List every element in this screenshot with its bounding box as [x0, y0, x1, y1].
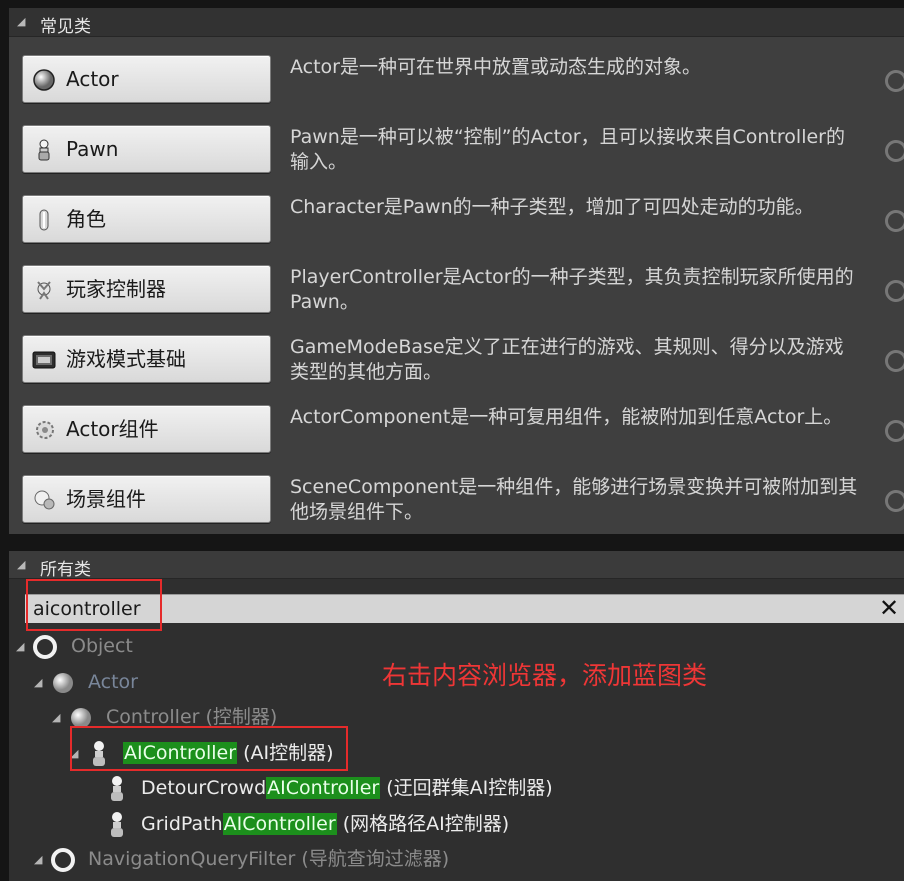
class-description: Pawn是一种可以被“控制”的Actor，且可以接收来自Controller的输… — [290, 126, 845, 173]
expand-triangle-icon[interactable]: ◢ — [34, 854, 46, 866]
object-ring-icon — [51, 848, 75, 872]
expand-triangle-icon[interactable]: ◢ — [52, 712, 64, 724]
class-button-label: 玩家控制器 — [66, 277, 166, 301]
pawn-icon — [111, 776, 123, 801]
class-button-actor-component[interactable]: Actor组件 — [22, 405, 271, 453]
class-button-character[interactable]: 角色 — [22, 195, 271, 243]
search-match-highlight: AIController — [222, 813, 337, 835]
all-classes-title: 所有类 — [40, 560, 91, 580]
class-button-label: 角色 — [66, 207, 106, 231]
class-description: SceneComponent是一种组件，能够进行场景变换并可被附加到其他场景组件… — [290, 476, 858, 523]
class-description: Character是Pawn的一种子类型，增加了可四处走动的功能。 — [290, 196, 814, 218]
character-icon — [32, 208, 56, 232]
scene-component-icon — [32, 488, 56, 512]
class-button-label: 游戏模式基础 — [66, 347, 186, 371]
actor-component-icon — [32, 418, 56, 442]
pawn-icon — [111, 812, 123, 837]
class-description: Actor是一种可在世界中放置或动态生成的对象。 — [290, 56, 701, 78]
clear-search-icon[interactable]: ✕ — [879, 596, 901, 620]
expand-triangle-icon[interactable]: ◢ — [34, 677, 46, 689]
class-button-actor[interactable]: Actor — [22, 55, 271, 103]
game-mode-icon — [32, 348, 56, 372]
partial-circle-icon — [885, 280, 904, 302]
partial-circle-icon — [885, 490, 904, 512]
common-classes-header[interactable]: ◢ 常见类 — [9, 8, 904, 37]
class-description: ActorComponent是一种可复用组件，能被附加到任意Actor上。 — [290, 406, 843, 428]
collapse-triangle-icon[interactable]: ◢ — [17, 16, 29, 28]
partial-circle-icon — [885, 70, 904, 92]
class-description: GameModeBase定义了正在进行的游戏、其规则、得分以及游戏类型的其他方面… — [290, 336, 844, 383]
player-controller-icon — [32, 278, 56, 302]
class-description: PlayerController是Actor的一种子类型，其负责控制玩家所使用的… — [290, 266, 854, 313]
aicontroller-highlight-box — [70, 726, 348, 771]
class-button-game-mode-base[interactable]: 游戏模式基础 — [22, 335, 271, 383]
class-button-player-controller[interactable]: 玩家控制器 — [22, 265, 271, 313]
object-ring-icon — [33, 635, 57, 659]
class-button-label: 场景组件 — [66, 487, 146, 511]
search-highlight-box — [26, 579, 162, 631]
tree-label-gridpath: GridPathAIController (网格路径AI控制器) — [141, 813, 510, 835]
collapse-triangle-icon[interactable]: ◢ — [17, 559, 29, 571]
partial-circle-icon — [885, 420, 904, 442]
partial-circle-icon — [885, 210, 904, 232]
class-button-scene-component[interactable]: 场景组件 — [22, 475, 271, 523]
class-button-label: Actor — [66, 67, 119, 91]
actor-sphere-icon — [32, 68, 56, 92]
partial-circle-icon — [885, 140, 904, 162]
partial-circle-icon — [885, 350, 904, 372]
all-classes-header[interactable]: ◢ 所有类 — [9, 551, 904, 580]
actor-sphere-icon — [53, 673, 73, 693]
tree-label-detourcrowd: DetourCrowdAIController (迂回群集AI控制器) — [141, 777, 553, 799]
class-button-pawn[interactable]: Pawn — [22, 125, 271, 173]
common-classes-title: 常见类 — [40, 17, 91, 37]
annotation-note: 右击内容浏览器，添加蓝图类 — [382, 661, 708, 690]
pawn-icon — [32, 138, 56, 162]
class-button-label: Pawn — [66, 137, 119, 161]
class-button-label: Actor组件 — [66, 417, 159, 441]
tree-label-actor: Actor — [88, 671, 138, 693]
search-match-highlight: AIController — [266, 777, 381, 799]
expand-triangle-icon[interactable]: ◢ — [16, 641, 28, 653]
tree-label-object: Object — [71, 635, 133, 657]
